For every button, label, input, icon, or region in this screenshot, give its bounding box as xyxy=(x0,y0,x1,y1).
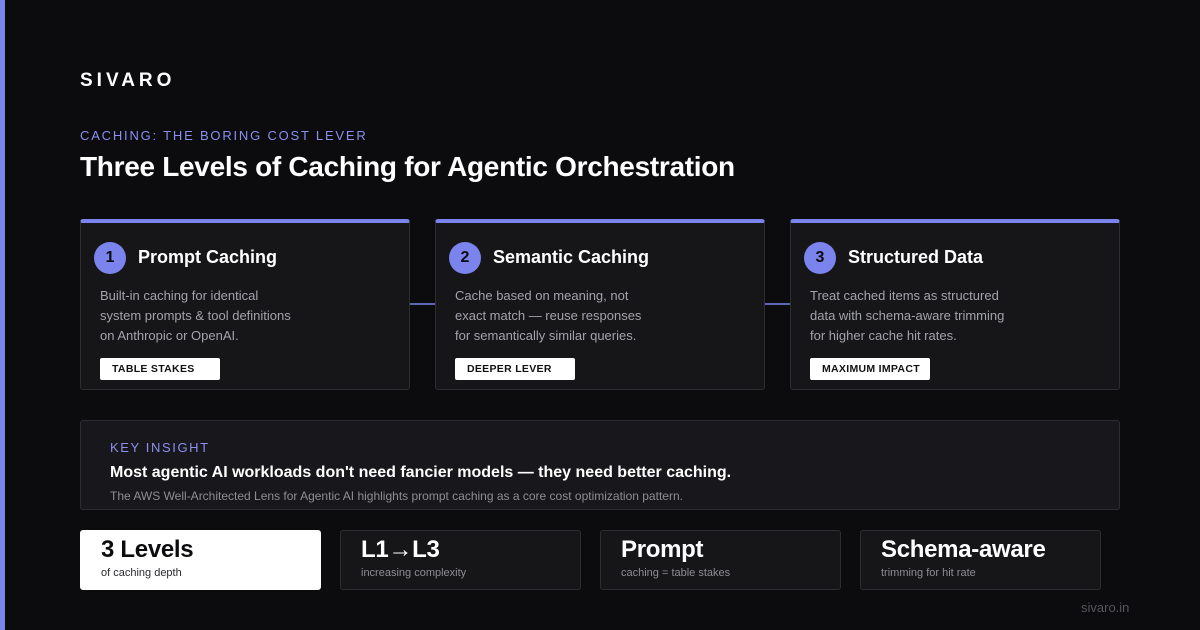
page-title: Three Levels of Caching for Agentic Orch… xyxy=(80,151,735,182)
stat-label: of caching depth xyxy=(101,567,182,579)
card-number: 1 xyxy=(94,242,126,274)
card-desc-line: for higher cache hit rates. xyxy=(810,328,957,343)
card-title: Structured Data xyxy=(848,247,984,267)
card-prompt-caching: 1 Prompt Caching Built-in caching for id… xyxy=(80,219,410,390)
stat-value: L1→L3 xyxy=(361,536,440,563)
card-description: Treat cached items as structured data wi… xyxy=(810,286,1040,346)
stat-label: increasing complexity xyxy=(361,567,467,579)
stat-schema-aware: Schema-aware trimming for hit rate xyxy=(860,530,1101,590)
card-structured-data: 3 Structured Data Treat cached items as … xyxy=(790,219,1120,390)
footer-url: sivaro.in xyxy=(1081,600,1130,615)
card-desc-line: system prompts & tool definitions xyxy=(100,308,291,323)
key-insight-panel: KEY INSIGHT Most agentic AI workloads do… xyxy=(80,420,1120,510)
card-desc-line: data with schema-aware trimming xyxy=(810,308,1005,323)
card-badge: MAXIMUM IMPACT xyxy=(810,358,930,380)
stat-label: trimming for hit rate xyxy=(881,567,976,579)
stat-label: caching = table stakes xyxy=(621,567,731,579)
stat-value: Prompt xyxy=(621,536,704,563)
card-title: Semantic Caching xyxy=(493,247,650,267)
card-title: Prompt Caching xyxy=(138,247,278,267)
card-desc-line: Built-in caching for identical xyxy=(100,288,259,303)
accent-bar xyxy=(0,0,5,630)
card-desc-line: exact match — reuse responses xyxy=(455,308,642,323)
card-semantic-caching: 2 Semantic Caching Cache based on meanin… xyxy=(435,219,765,390)
card-desc-line: for semantically similar queries. xyxy=(455,328,637,343)
brand-logo: SIVARO xyxy=(80,70,176,91)
stat-levels: 3 Levels of caching depth xyxy=(80,530,321,590)
section-eyebrow: CACHING: THE BORING COST LEVER xyxy=(80,128,368,143)
insight-note: The AWS Well-Architected Lens for Agenti… xyxy=(110,489,683,503)
insight-headline: Most agentic AI workloads don't need fan… xyxy=(110,464,732,481)
stat-value: Schema-aware xyxy=(881,536,1046,563)
stat-value: 3 Levels xyxy=(101,536,194,563)
card-desc-line: Cache based on meaning, not xyxy=(455,288,629,303)
stat-prompt: Prompt caching = table stakes xyxy=(600,530,841,590)
card-description: Built-in caching for identical system pr… xyxy=(100,286,330,346)
card-badge: TABLE STAKES xyxy=(100,358,220,380)
card-desc-line: Treat cached items as structured xyxy=(810,288,999,303)
card-number: 2 xyxy=(449,242,481,274)
insight-label: KEY INSIGHT xyxy=(110,440,210,455)
card-description: Cache based on meaning, not exact match … xyxy=(455,286,685,346)
card-badge: DEEPER LEVER xyxy=(455,358,575,380)
card-desc-line: on Anthropic or OpenAI. xyxy=(100,328,239,343)
stat-complexity: L1→L3 increasing complexity xyxy=(340,530,581,590)
card-number: 3 xyxy=(804,242,836,274)
